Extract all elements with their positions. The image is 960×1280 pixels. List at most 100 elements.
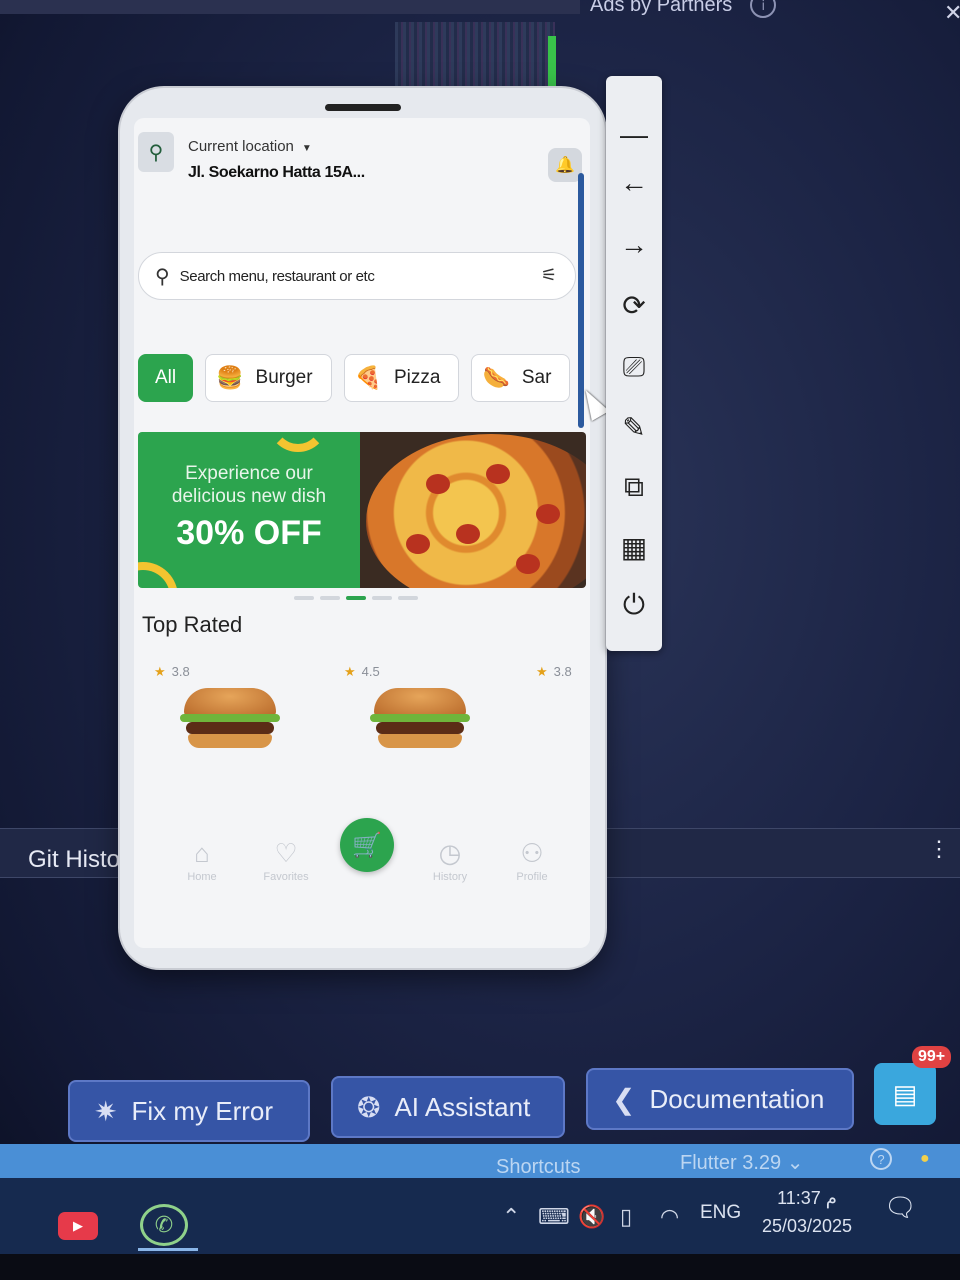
keyboard-icon[interactable]: ⌨ bbox=[538, 1204, 570, 1230]
language-indicator[interactable]: ENG bbox=[700, 1202, 741, 1224]
category-chip-pizza[interactable]: 🍕 Pizza bbox=[343, 354, 460, 402]
burger-image bbox=[370, 688, 470, 752]
rotate-icon[interactable]: ⟳ bbox=[606, 280, 662, 330]
flutter-version[interactable]: Flutter 3.29 ⌄ bbox=[680, 1150, 804, 1175]
location-label[interactable]: Current location ▼ bbox=[188, 138, 312, 155]
chevron-up-icon[interactable]: ⌃ bbox=[502, 1204, 520, 1230]
qr-code-icon[interactable]: ▦ bbox=[606, 522, 662, 572]
burger-image bbox=[180, 688, 280, 752]
fix-my-error-button[interactable]: ✷ Fix my Error bbox=[68, 1080, 310, 1142]
power-icon[interactable]: ⏻ bbox=[606, 580, 662, 630]
nav-profile[interactable]: ⚇ Profile bbox=[492, 838, 572, 883]
ads-header: Ads by Partners i bbox=[590, 0, 777, 18]
nav-favorites[interactable]: ♡ Favorites bbox=[246, 838, 326, 883]
category-chip-all[interactable]: All bbox=[138, 354, 194, 402]
system-clock[interactable]: 11:37 م 25/03/2025 bbox=[752, 1184, 862, 1240]
rating: ★ 4.5 bbox=[344, 664, 380, 679]
phone-emulator: ⚲ Current location ▼ Jl. Soekarno Hatta 1… bbox=[120, 88, 605, 968]
wand-icon: ✷ bbox=[94, 1095, 118, 1127]
patty bbox=[376, 722, 464, 734]
page-dot[interactable] bbox=[372, 596, 392, 600]
chat-icon: ▤ bbox=[892, 1078, 918, 1109]
location-address[interactable]: Jl. Soekarno Hatta 15A... bbox=[188, 164, 365, 182]
shortcuts-label[interactable]: Shortcuts bbox=[496, 1156, 580, 1179]
volume-mute-icon[interactable]: 🔇 bbox=[578, 1204, 605, 1230]
battery-icon[interactable]: ▯ bbox=[620, 1204, 632, 1230]
bun-top bbox=[374, 688, 466, 716]
food-card[interactable]: ★ 3.8 bbox=[144, 658, 324, 788]
lettuce bbox=[370, 714, 470, 722]
close-icon[interactable]: ✕ bbox=[944, 0, 960, 26]
git-history-tab[interactable]: Git Histor bbox=[28, 846, 128, 874]
page-dot[interactable] bbox=[320, 596, 340, 600]
hotdog-icon: 🌭 bbox=[482, 365, 510, 390]
bun-bottom bbox=[188, 734, 272, 748]
banner-line-2: delicious new dish bbox=[171, 486, 327, 508]
search-bar[interactable]: ⚲ Search menu, restaurant or etc ⚟ bbox=[138, 252, 576, 300]
forward-arrow-icon[interactable]: → bbox=[606, 220, 662, 270]
bun-top bbox=[184, 688, 276, 716]
rotate-device-icon[interactable]: ⎚ bbox=[606, 342, 662, 392]
minimize-icon[interactable]: — bbox=[606, 110, 662, 160]
kebab-menu-icon[interactable]: ⋮ bbox=[928, 838, 950, 860]
wifi-icon[interactable]: ◠ bbox=[660, 1204, 679, 1230]
promo-banner[interactable]: Experience our delicious new dish 30% OF… bbox=[138, 432, 586, 588]
category-chip-sandwich[interactable]: 🌭 Sar bbox=[471, 354, 571, 402]
edit-icon[interactable]: ✎ bbox=[606, 402, 662, 452]
documentation-button[interactable]: ❮ Documentation bbox=[586, 1068, 854, 1130]
chat-button[interactable]: ▤ bbox=[874, 1063, 936, 1125]
open-external-icon[interactable]: ⧉ bbox=[606, 462, 662, 512]
screen-glitch bbox=[395, 22, 555, 92]
bell-icon[interactable]: ● bbox=[920, 1150, 930, 1168]
top-strip bbox=[0, 0, 580, 14]
nav-home[interactable]: ⌂ Home bbox=[162, 838, 242, 883]
whatsapp-icon[interactable]: ✆ bbox=[140, 1204, 188, 1246]
rating: ★ 3.8 bbox=[536, 664, 572, 679]
info-icon[interactable]: i bbox=[750, 0, 777, 18]
flutter-icon: ❮ bbox=[612, 1083, 636, 1115]
search-icon: ⚲ bbox=[155, 265, 170, 288]
banner-decor-arc bbox=[138, 562, 178, 588]
nav-history[interactable]: ◷ History bbox=[410, 838, 490, 883]
lettuce bbox=[180, 714, 280, 722]
banner-pizza-image bbox=[360, 432, 586, 588]
screen-glitch-green bbox=[548, 36, 556, 92]
home-icon: ⌂ bbox=[194, 838, 210, 868]
clock-date: 25/03/2025 bbox=[761, 1216, 853, 1236]
search-input[interactable]: Search menu, restaurant or etc bbox=[180, 268, 375, 285]
page-dot[interactable] bbox=[398, 596, 418, 600]
pepperoni bbox=[406, 534, 430, 554]
pepperoni bbox=[426, 474, 450, 494]
pepperoni bbox=[486, 464, 510, 484]
page-dot[interactable] bbox=[294, 596, 314, 600]
star-icon: ★ bbox=[536, 664, 548, 679]
food-card[interactable]: ★ 3.8 bbox=[526, 658, 590, 788]
banner-offer: 30% OFF bbox=[176, 514, 322, 553]
pepperoni bbox=[456, 524, 480, 544]
food-card[interactable]: ★ 4.5 bbox=[334, 658, 514, 788]
notification-badge: 99+ bbox=[912, 1046, 952, 1068]
notification-center-icon[interactable]: 🗨 bbox=[884, 1192, 917, 1223]
cart-button[interactable]: 🛒 bbox=[340, 818, 394, 872]
star-icon: ★ bbox=[344, 664, 356, 679]
bell-icon[interactable]: 🔔 bbox=[548, 148, 582, 182]
page-dot-active[interactable] bbox=[346, 596, 366, 600]
ai-assistant-button[interactable]: ❂ AI Assistant bbox=[331, 1076, 565, 1138]
back-arrow-icon[interactable]: ← bbox=[606, 158, 662, 208]
pizza-icon: 🍕 bbox=[354, 365, 382, 390]
heart-icon: ♡ bbox=[274, 838, 298, 868]
app-screen: ⚲ Current location ▼ Jl. Soekarno Hatta 1… bbox=[134, 118, 590, 948]
chevron-down-icon: ▼ bbox=[301, 143, 312, 154]
youtube-icon[interactable]: ▶ bbox=[58, 1212, 98, 1240]
pepperoni bbox=[516, 554, 540, 574]
category-chips: All 🍔 Burger 🍕 Pizza 🌭 Sar bbox=[138, 354, 590, 402]
location-pin-icon: ⚲ bbox=[138, 132, 174, 172]
category-chip-burger[interactable]: 🍔 Burger bbox=[205, 354, 332, 402]
pizza-image bbox=[366, 434, 586, 588]
filter-icon[interactable]: ⚟ bbox=[541, 265, 557, 286]
user-icon: ⚇ bbox=[520, 838, 544, 868]
phone-notch bbox=[325, 104, 401, 111]
star-icon: ★ bbox=[154, 664, 166, 679]
ads-label: Ads by Partners bbox=[590, 0, 733, 16]
help-icon[interactable]: ? bbox=[870, 1148, 892, 1170]
